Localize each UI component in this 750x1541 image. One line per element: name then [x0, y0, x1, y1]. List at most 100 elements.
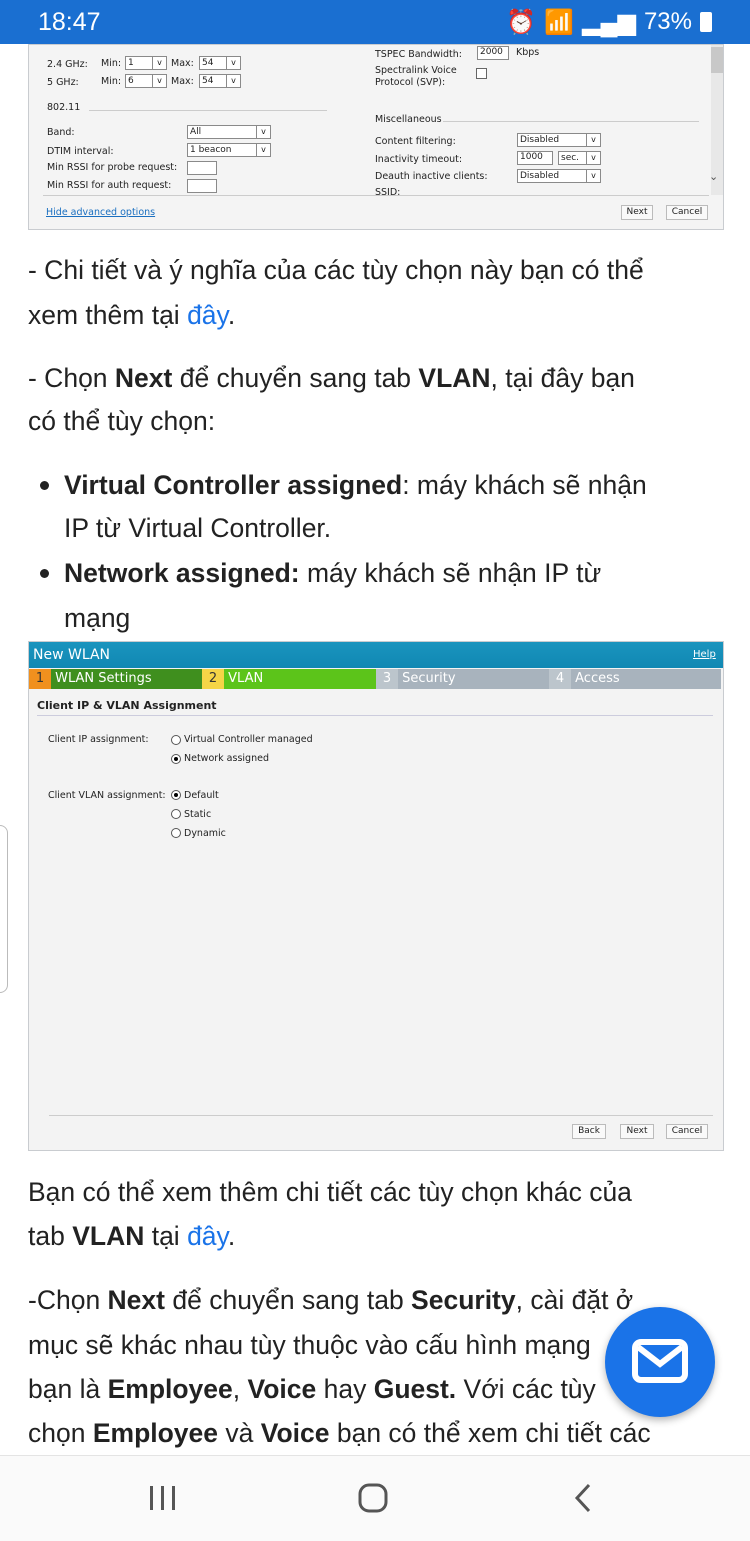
text-line: Virtual Controller assigned: máy khách s…: [64, 463, 647, 507]
tspec-label: TSPEC Bandwidth:: [375, 49, 462, 60]
wlan-title: New WLAN: [33, 647, 110, 663]
tab-security[interactable]: 3 Security: [376, 669, 549, 689]
edge-panel-handle[interactable]: [0, 825, 8, 993]
radio-network-assigned[interactable]: [171, 754, 181, 764]
battery-percent: 73%: [643, 8, 692, 35]
bold-text: Virtual Controller assigned: [64, 470, 403, 500]
max-label: Max:: [171, 76, 194, 87]
deauth-label: Deauth inactive clients:: [375, 171, 488, 182]
signal-icon: ▂▄▆: [582, 8, 636, 36]
radio-static[interactable]: [171, 809, 181, 819]
text-span: bạn là: [28, 1374, 108, 1404]
tab-access[interactable]: 4 Access: [549, 669, 721, 689]
clock: 18:47: [38, 7, 101, 36]
content-filter-select[interactable]: Disabled v: [517, 133, 601, 147]
deauth-select[interactable]: Disabled v: [517, 169, 601, 183]
status-bar: 18:47 ⏰ 📶 ▂▄▆ 73%: [0, 0, 750, 44]
back-icon[interactable]: [572, 1482, 594, 1514]
help-link[interactable]: Help: [693, 649, 716, 660]
rssi-probe-input[interactable]: [187, 161, 217, 175]
dtim-select[interactable]: 1 beacon v: [187, 143, 271, 157]
chevron-down-icon: v: [152, 75, 166, 87]
cancel-button[interactable]: Cancel: [666, 205, 708, 220]
bold-text: VLAN: [418, 363, 491, 393]
ip-assignment-label: Client IP assignment:: [48, 734, 149, 745]
text-span: có thể tùy chọn:: [28, 406, 216, 436]
chevron-down-icon: v: [226, 57, 240, 69]
radio-label: Virtual Controller managed: [184, 734, 313, 745]
text-span: - Chọn: [28, 363, 115, 393]
next-button[interactable]: Next: [621, 205, 653, 220]
text-line: mục sẽ khác nhau tùy thuộc vào cấu hình …: [28, 1323, 591, 1367]
mail-icon: [632, 1339, 688, 1383]
bold-text: Employee: [92, 1418, 219, 1448]
inactivity-input[interactable]: 1000: [517, 151, 553, 165]
text-span: -Chọn: [28, 1285, 108, 1315]
bold-text: Next: [107, 1285, 165, 1315]
svp-label: Spectralink Voice: [375, 65, 457, 76]
radio-label: Default: [184, 790, 219, 801]
radio-default[interactable]: [171, 790, 181, 800]
inactivity-label: Inactivity timeout:: [375, 154, 463, 165]
text-line: tab VLAN tại đây.: [28, 1214, 235, 1258]
bold-text: Employee: [107, 1374, 233, 1404]
min-label: Min:: [101, 58, 122, 69]
text-span: để chuyển sang tab: [172, 363, 419, 393]
radio-dynamic[interactable]: [171, 828, 181, 838]
tab-vlan[interactable]: 2 VLAN: [202, 669, 376, 689]
text-line: bạn là Employee, Voice hay Guest. Với cá…: [28, 1367, 596, 1411]
bold-text: Voice: [260, 1418, 330, 1448]
chevron-down-icon: v: [586, 152, 600, 164]
bullet-icon: [40, 481, 49, 490]
inactivity-unit-select[interactable]: sec. v: [558, 151, 601, 165]
home-icon[interactable]: [357, 1482, 389, 1514]
dtim-label: DTIM interval:: [47, 146, 114, 157]
tab-wlan-settings[interactable]: 1 WLAN Settings: [29, 669, 202, 689]
bold-text: Guest.: [373, 1374, 457, 1404]
alarm-icon: ⏰: [506, 8, 537, 36]
text-line: xem thêm tại đây.: [28, 293, 235, 337]
chevron-down-icon: v: [586, 134, 600, 146]
max-rate-5-select[interactable]: 54 v: [199, 74, 241, 88]
rssi-auth-label: Min RSSI for auth request:: [47, 180, 172, 191]
hide-advanced-link[interactable]: Hide advanced options: [46, 207, 155, 218]
min-rate-5-select[interactable]: 6v: [125, 74, 167, 88]
cancel-button[interactable]: Cancel: [666, 1124, 708, 1139]
text-span: IP từ Virtual Controller.: [64, 513, 332, 543]
band-label: Band:: [47, 127, 75, 138]
rssi-auth-input[interactable]: [187, 179, 217, 193]
link-day[interactable]: đây: [187, 1221, 228, 1251]
chevron-down-icon: v: [226, 75, 240, 87]
tspec-input[interactable]: 2000: [477, 46, 509, 60]
bold-text: VLAN: [72, 1221, 145, 1251]
text-span: .: [227, 1221, 236, 1251]
text-span: Với các tùy: [456, 1374, 596, 1404]
text-span: tab: [28, 1221, 73, 1251]
text-line: Network assigned: máy khách sẽ nhận IP t…: [64, 551, 601, 595]
scroll-down-icon[interactable]: ⌄: [709, 170, 718, 183]
svp-checkbox[interactable]: [476, 68, 487, 79]
battery-icon: [700, 12, 712, 32]
bold-text: Network assigned:: [64, 558, 300, 588]
chevron-down-icon: v: [256, 126, 270, 138]
wlan-header: [29, 642, 723, 668]
bold-text: Voice: [247, 1374, 317, 1404]
email-button[interactable]: [605, 1307, 715, 1417]
max-rate-24-select[interactable]: 54 v: [199, 56, 241, 70]
max-label: Max:: [171, 58, 194, 69]
link-day[interactable]: đây: [187, 300, 228, 330]
text-span: hay: [316, 1374, 374, 1404]
text-span: : máy khách sẽ nhận: [402, 470, 647, 500]
min-label: Min:: [101, 76, 122, 87]
chevron-down-icon: v: [152, 57, 166, 69]
text-span: , tại đây bạn: [490, 363, 635, 393]
back-button[interactable]: Back: [572, 1124, 606, 1139]
radio-virtual-controller[interactable]: [171, 735, 181, 745]
recent-apps-icon[interactable]: [148, 1484, 178, 1512]
next-button[interactable]: Next: [620, 1124, 654, 1139]
band-select[interactable]: All v: [187, 125, 271, 139]
new-wlan-screenshot: New WLAN Help 1 WLAN Settings 2 VLAN 3 S…: [28, 641, 724, 1151]
min-rate-24-select[interactable]: 1v: [125, 56, 167, 70]
text-span: để chuyển sang tab: [165, 1285, 412, 1315]
text-line: - Chi tiết và ý nghĩa của các tùy chọn n…: [28, 248, 644, 292]
